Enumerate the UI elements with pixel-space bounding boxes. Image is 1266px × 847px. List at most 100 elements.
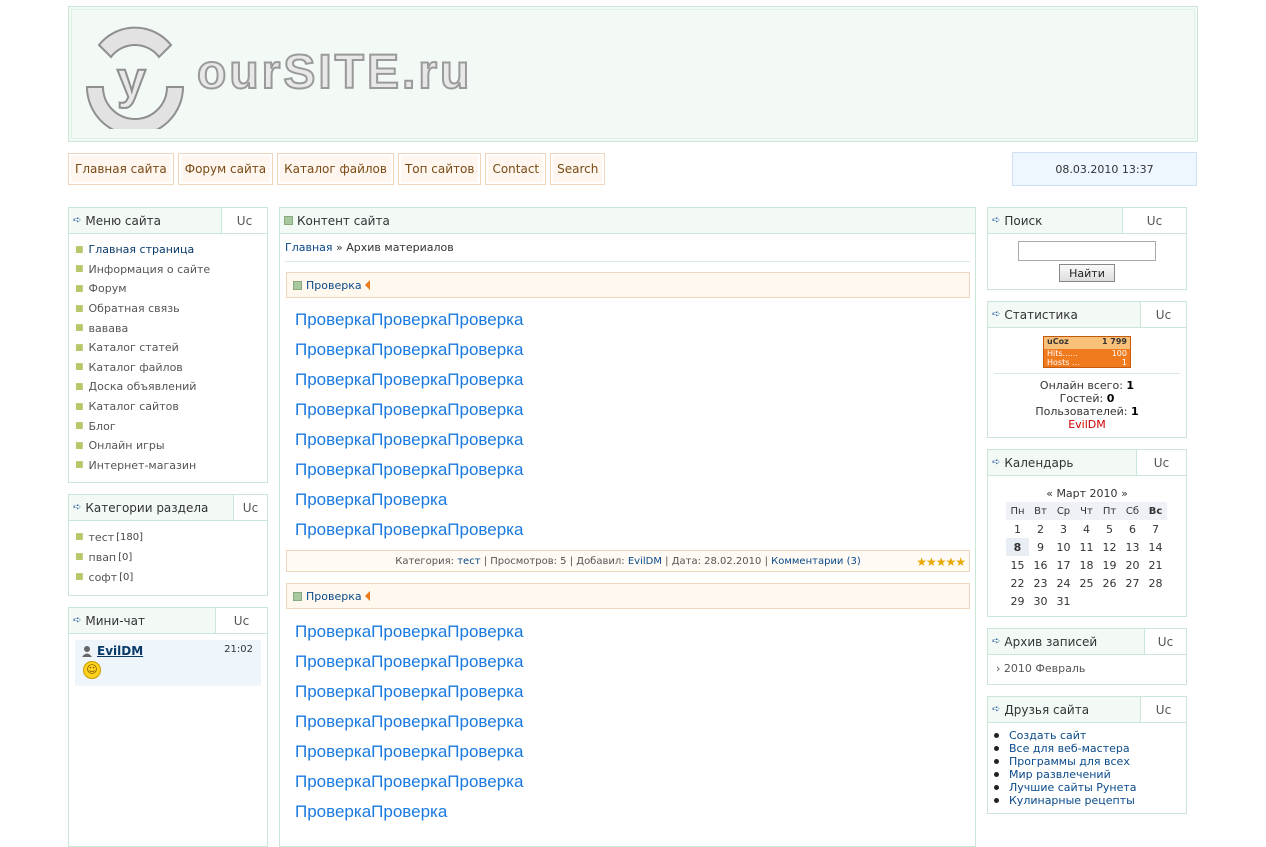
breadcrumb-home[interactable]: Главная bbox=[285, 241, 333, 254]
calendar-day[interactable]: 3 bbox=[1052, 520, 1075, 538]
block-title: Поиск bbox=[1004, 213, 1043, 228]
weekday-label: Чт bbox=[1075, 502, 1098, 520]
prev-month-button[interactable]: « bbox=[1046, 487, 1053, 500]
uc-button[interactable]: Uc bbox=[1140, 697, 1186, 722]
calendar-day[interactable]: 31 bbox=[1052, 592, 1075, 610]
online-user-link[interactable]: EvilDM bbox=[1068, 418, 1106, 431]
calendar-day[interactable]: 20 bbox=[1121, 556, 1144, 574]
calendar-day[interactable]: 9 bbox=[1029, 538, 1052, 556]
comments-link[interactable]: Комментарии (3) bbox=[771, 556, 861, 567]
entry-body: ПроверкаПроверкаПроверка ПроверкаПроверк… bbox=[295, 622, 523, 832]
calendar-day[interactable]: 23 bbox=[1029, 574, 1052, 592]
friend-link[interactable]: Все для веб-мастера bbox=[1009, 742, 1130, 755]
calendar-day[interactable]: 1 bbox=[1006, 520, 1029, 538]
calendar-day[interactable]: 29 bbox=[1006, 592, 1029, 610]
calendar-day[interactable]: 14 bbox=[1144, 538, 1167, 556]
friend-link[interactable]: Кулинарные рецепты bbox=[1009, 794, 1135, 807]
nav-search[interactable]: Search bbox=[550, 153, 606, 185]
entry-title-link[interactable]: Проверка bbox=[306, 590, 362, 603]
calendar-day-today[interactable]: 8 bbox=[1006, 538, 1029, 556]
entry-body: ПроверкаПроверкаПроверка ПроверкаПроверк… bbox=[295, 310, 523, 550]
breadcrumb-separator: » bbox=[336, 241, 343, 254]
menu-item[interactable]: ■ Форум bbox=[75, 279, 267, 299]
menu-item[interactable]: ■ Онлайн игры bbox=[75, 436, 267, 456]
calendar-day[interactable]: 21 bbox=[1144, 556, 1167, 574]
calendar-day[interactable]: 4 bbox=[1075, 520, 1098, 538]
archive-link[interactable]: 2010 Февраль bbox=[1004, 662, 1085, 675]
logo-text[interactable]: ourSITE.ru bbox=[196, 45, 472, 100]
uc-button[interactable]: Uc bbox=[215, 608, 267, 633]
uc-button[interactable]: Uc bbox=[1122, 208, 1186, 233]
category-link[interactable]: тест bbox=[457, 556, 480, 567]
uc-button[interactable]: Uc bbox=[1136, 450, 1186, 475]
block-title: Контент сайта bbox=[297, 213, 390, 228]
chat-username[interactable]: EvilDM bbox=[97, 644, 143, 658]
calendar-day[interactable]: 12 bbox=[1098, 538, 1121, 556]
friend-link[interactable]: Мир развлечений bbox=[1009, 768, 1111, 781]
square-icon bbox=[284, 216, 293, 225]
uc-button[interactable]: Uc bbox=[1140, 302, 1186, 327]
menu-item[interactable]: ■ Блог bbox=[75, 416, 267, 436]
bullet-icon: ■ bbox=[75, 264, 84, 275]
menu-item[interactable]: ■ Каталог сайтов bbox=[75, 397, 267, 417]
nav-top-sites[interactable]: Топ сайтов bbox=[397, 153, 482, 185]
author-link[interactable]: EvilDM bbox=[628, 556, 662, 567]
menu-item[interactable]: ■ Информация о сайте bbox=[75, 260, 267, 280]
entry-title-link[interactable]: Проверка bbox=[306, 279, 362, 292]
bullet-icon bbox=[994, 746, 999, 751]
nav-contact[interactable]: Contact bbox=[485, 153, 547, 185]
menu-item[interactable]: ■ вавава bbox=[75, 318, 267, 338]
calendar-day[interactable]: 5 bbox=[1098, 520, 1121, 538]
triangle-icon bbox=[364, 280, 370, 290]
calendar-day[interactable]: 7 bbox=[1144, 520, 1167, 538]
calendar-day[interactable]: 30 bbox=[1029, 592, 1052, 610]
uc-button[interactable]: Uc bbox=[221, 208, 267, 233]
calendar-day[interactable]: 26 bbox=[1098, 574, 1121, 592]
search-button[interactable]: Найти bbox=[1059, 264, 1115, 282]
calendar-day[interactable]: 16 bbox=[1029, 556, 1052, 574]
calendar-day[interactable]: 2 bbox=[1029, 520, 1052, 538]
block-title: Статистика bbox=[1004, 307, 1078, 322]
calendar-day[interactable]: 25 bbox=[1075, 574, 1098, 592]
calendar-day[interactable]: 10 bbox=[1052, 538, 1075, 556]
breadcrumb: Главная » Архив материалов bbox=[285, 241, 454, 254]
calendar-day[interactable]: 22 bbox=[1006, 574, 1029, 592]
weekday-label: Ср bbox=[1052, 502, 1075, 520]
friend-link[interactable]: Лучшие сайты Рунета bbox=[1009, 781, 1137, 794]
friend-link[interactable]: Создать сайт bbox=[1009, 729, 1086, 742]
calendar-day[interactable]: 15 bbox=[1006, 556, 1029, 574]
bullet-icon: ■ bbox=[75, 244, 84, 255]
uc-button[interactable]: Uc bbox=[1144, 629, 1186, 654]
category-item[interactable]: ■ тест [180] bbox=[75, 527, 267, 547]
friend-link[interactable]: Программы для всех bbox=[1009, 755, 1130, 768]
search-input[interactable] bbox=[1018, 241, 1156, 261]
nav-forum[interactable]: Форум сайта bbox=[177, 153, 274, 185]
category-item[interactable]: ■ софт [0] bbox=[75, 567, 267, 587]
menu-item[interactable]: ■ Обратная связь bbox=[75, 299, 267, 319]
calendar-day[interactable]: 17 bbox=[1052, 556, 1075, 574]
calendar-day[interactable]: 19 bbox=[1098, 556, 1121, 574]
ucoz-counter[interactable]: uCoz 1 799 Hits...... 100 Hosts ... 1 bbox=[1043, 336, 1131, 368]
menu-item[interactable]: ■ Интернет-магазин bbox=[75, 456, 267, 476]
calendar-day[interactable]: 13 bbox=[1121, 538, 1144, 556]
menu-item[interactable]: ■ Главная страница bbox=[75, 240, 267, 260]
arrow-icon: ➪ bbox=[992, 457, 1001, 468]
nav-files[interactable]: Каталог файлов bbox=[277, 153, 394, 185]
calendar-day[interactable]: 24 bbox=[1052, 574, 1075, 592]
entry-line: ПроверкаПроверка bbox=[295, 802, 448, 821]
menu-item[interactable]: ■ Каталог файлов bbox=[75, 358, 267, 378]
menu-item[interactable]: ■ Доска объявлений bbox=[75, 377, 267, 397]
calendar-day[interactable]: 11 bbox=[1075, 538, 1098, 556]
next-month-button[interactable]: » bbox=[1121, 487, 1128, 500]
logo-icon[interactable]: y bbox=[79, 25, 191, 129]
category-item[interactable]: ■ пвап [0] bbox=[75, 547, 267, 567]
nav-home[interactable]: Главная сайта bbox=[68, 153, 174, 185]
calendar-day[interactable]: 6 bbox=[1121, 520, 1144, 538]
date-time: 08.03.2010 13:37 bbox=[1012, 152, 1197, 186]
uc-button[interactable]: Uc bbox=[233, 495, 267, 520]
entry-footer: Категория: тест | Просмотров: 5 | Добави… bbox=[286, 550, 970, 572]
menu-item[interactable]: ■ Каталог статей bbox=[75, 338, 267, 358]
calendar-day[interactable]: 28 bbox=[1144, 574, 1167, 592]
calendar-day[interactable]: 18 bbox=[1075, 556, 1098, 574]
calendar-day[interactable]: 27 bbox=[1121, 574, 1144, 592]
